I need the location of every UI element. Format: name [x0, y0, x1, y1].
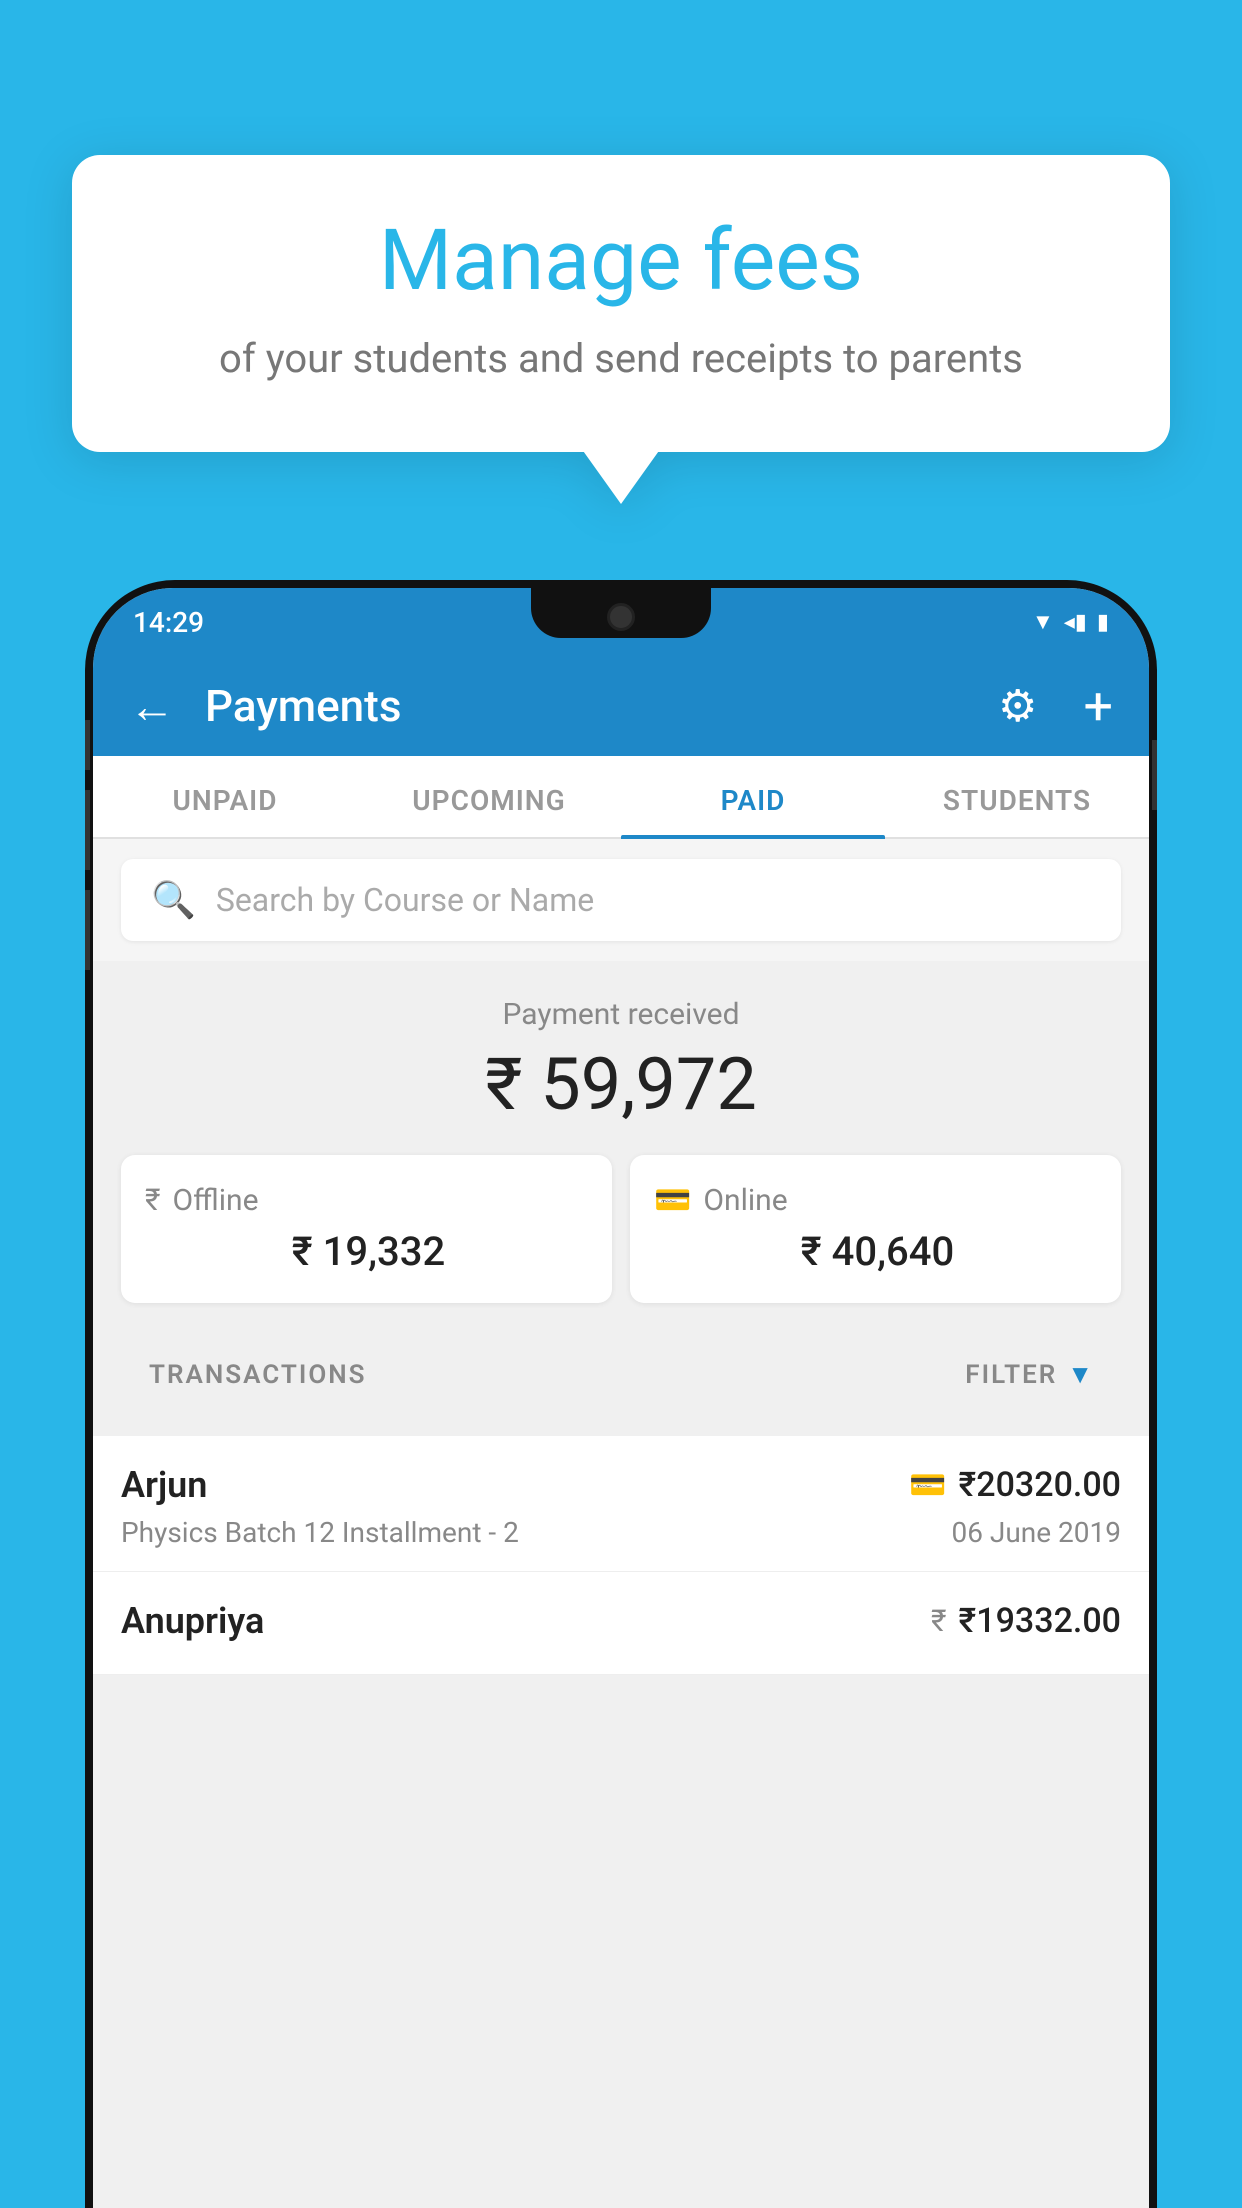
- tab-students[interactable]: STUDENTS: [885, 756, 1149, 837]
- add-button[interactable]: +: [1083, 676, 1113, 737]
- speech-bubble-subtitle: of your students and send receipts to pa…: [142, 335, 1100, 382]
- transaction-date: 06 June 2019: [951, 1516, 1121, 1549]
- speech-bubble-card: Manage fees of your students and send re…: [72, 155, 1170, 452]
- transaction-row-bottom: Physics Batch 12 Installment - 2 06 June…: [121, 1516, 1121, 1549]
- transaction-amount-container: 💳 ₹20320.00: [909, 1465, 1121, 1505]
- payment-cards: ₹ Offline ₹ 19,332 💳 Online ₹ 40,640: [121, 1155, 1121, 1331]
- battery-icon: ▮: [1097, 610, 1109, 635]
- transactions-label: TRANSACTIONS: [149, 1360, 367, 1390]
- search-container: 🔍 Search by Course or Name: [93, 839, 1149, 961]
- payment-mode-icon: ₹: [931, 1604, 947, 1639]
- phone-notch: [531, 588, 711, 638]
- online-icon: 💳: [654, 1183, 691, 1218]
- transaction-item[interactable]: Anupriya ₹ ₹19332.00: [93, 1572, 1149, 1675]
- payment-amount: ₹ 59,972: [121, 1042, 1121, 1127]
- tab-paid[interactable]: PAID: [621, 756, 885, 837]
- settings-icon[interactable]: ⚙: [998, 680, 1037, 732]
- silent-button: [85, 890, 90, 970]
- online-card-header: 💳 Online: [654, 1183, 1097, 1218]
- offline-card: ₹ Offline ₹ 19,332: [121, 1155, 612, 1303]
- online-amount: ₹ 40,640: [654, 1228, 1097, 1275]
- filter-button[interactable]: FILTER ▼: [965, 1359, 1093, 1390]
- transaction-amount: ₹20320.00: [959, 1465, 1121, 1505]
- app-bar: ← Payments ⚙ +: [93, 656, 1149, 756]
- phone-screen: 14:29 ▼ ◂▮ ▮ ← Payments ⚙ + UNPAID UPCOM…: [93, 588, 1149, 2208]
- search-placeholder: Search by Course or Name: [216, 881, 594, 919]
- transaction-row-top: Anupriya ₹ ₹19332.00: [121, 1600, 1121, 1642]
- volume-down-button: [85, 790, 90, 870]
- filter-icon: ▼: [1067, 1359, 1093, 1390]
- wifi-icon: ▼: [1032, 609, 1054, 635]
- tab-upcoming[interactable]: UPCOMING: [357, 756, 621, 837]
- transactions-header: TRANSACTIONS FILTER ▼: [121, 1331, 1121, 1408]
- app-bar-title: Payments: [205, 680, 968, 732]
- speech-bubble-title: Manage fees: [142, 215, 1100, 307]
- tab-unpaid[interactable]: UNPAID: [93, 756, 357, 837]
- online-card: 💳 Online ₹ 40,640: [630, 1155, 1121, 1303]
- phone-camera: [607, 603, 635, 631]
- transaction-detail: Physics Batch 12 Installment - 2: [121, 1516, 519, 1549]
- phone-frame: 14:29 ▼ ◂▮ ▮ ← Payments ⚙ + UNPAID UPCOM…: [85, 580, 1157, 2208]
- transaction-name: Anupriya: [121, 1600, 264, 1642]
- payment-summary: Payment received ₹ 59,972 ₹ Offline ₹ 19…: [93, 961, 1149, 1436]
- search-icon: 🔍: [151, 879, 196, 921]
- tabs: UNPAID UPCOMING PAID STUDENTS: [93, 756, 1149, 839]
- signal-icon: ◂▮: [1064, 610, 1087, 635]
- offline-card-header: ₹ Offline: [145, 1183, 588, 1218]
- volume-up-button: [85, 720, 90, 770]
- status-icons: ▼ ◂▮ ▮: [1032, 609, 1109, 635]
- payment-received-label: Payment received: [121, 997, 1121, 1032]
- transaction-name: Arjun: [121, 1464, 207, 1506]
- transaction-amount-container: ₹ ₹19332.00: [931, 1601, 1121, 1641]
- filter-label: FILTER: [965, 1360, 1057, 1390]
- transaction-row-top: Arjun 💳 ₹20320.00: [121, 1464, 1121, 1506]
- back-button[interactable]: ←: [129, 679, 175, 734]
- transaction-item[interactable]: Arjun 💳 ₹20320.00 Physics Batch 12 Insta…: [93, 1436, 1149, 1572]
- transaction-amount: ₹19332.00: [959, 1601, 1121, 1641]
- offline-label: Offline: [173, 1183, 259, 1218]
- offline-icon: ₹: [145, 1183, 161, 1218]
- status-time: 14:29: [133, 606, 204, 639]
- payment-mode-icon: 💳: [909, 1468, 946, 1503]
- online-label: Online: [703, 1183, 787, 1218]
- power-button: [1152, 740, 1157, 810]
- search-bar[interactable]: 🔍 Search by Course or Name: [121, 859, 1121, 941]
- transaction-list: Arjun 💳 ₹20320.00 Physics Batch 12 Insta…: [93, 1436, 1149, 1675]
- offline-amount: ₹ 19,332: [145, 1228, 588, 1275]
